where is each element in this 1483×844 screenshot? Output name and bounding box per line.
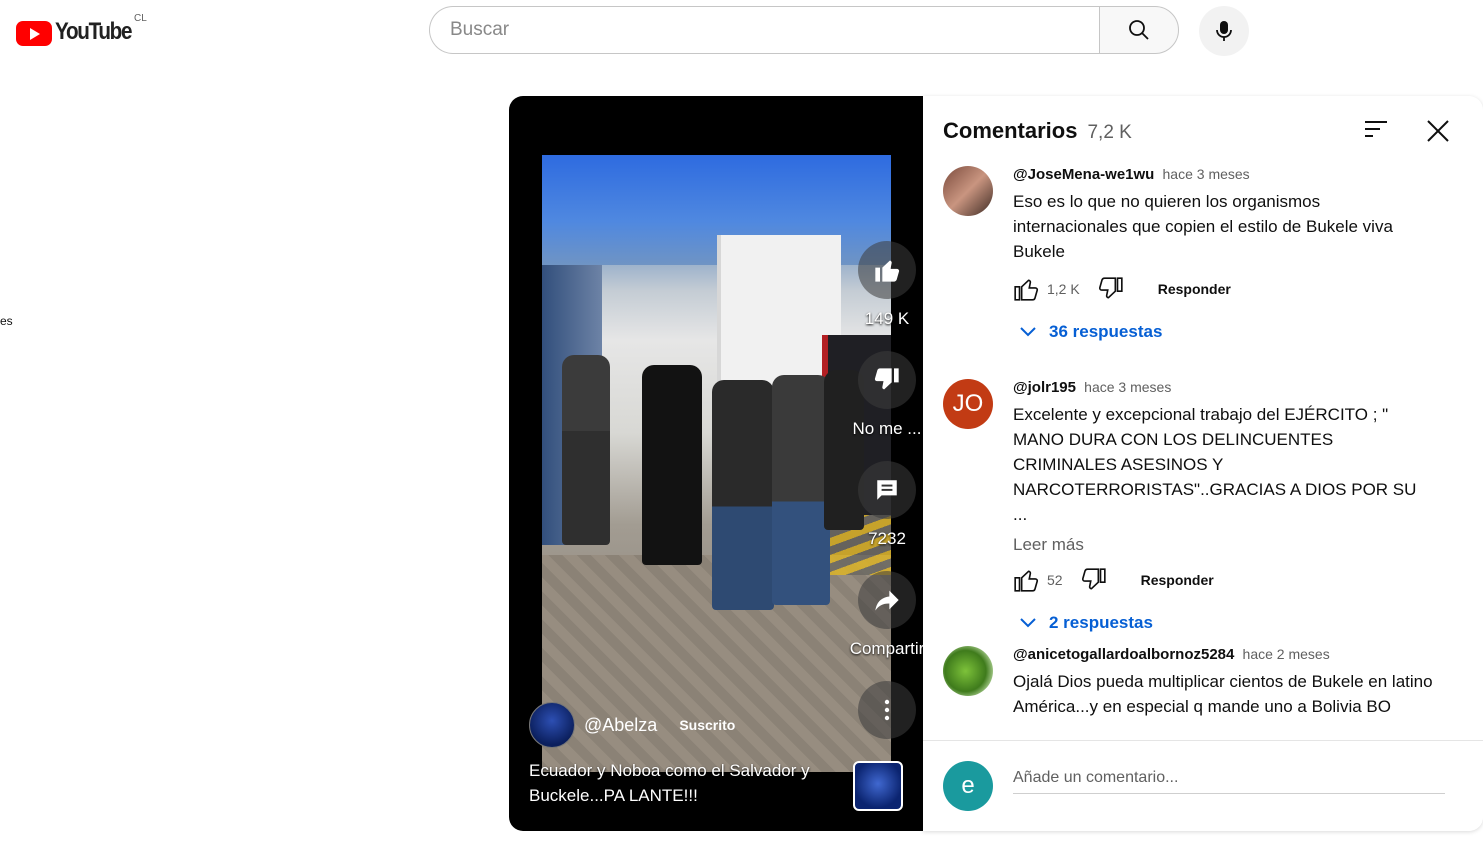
reply-button[interactable]: Responder: [1141, 572, 1214, 588]
reply-button[interactable]: Responder: [1158, 281, 1231, 297]
search-icon: [1129, 20, 1149, 40]
comment-author[interactable]: @JoseMena-we1wu: [1013, 166, 1154, 183]
video-caption: Ecuador y Noboa como el Salvador y Bucke…: [529, 761, 810, 805]
comment-avatar[interactable]: JO: [943, 379, 993, 429]
search-button[interactable]: [1099, 6, 1179, 54]
like-icon[interactable]: [1013, 567, 1039, 593]
channel-info: @Abelza Suscrito: [529, 702, 735, 748]
comment-body: @anicetogallardoalbornoz5284 hace 2 mese…: [1013, 646, 1433, 719]
comment-actions: 1,2 K Responder: [1013, 276, 1433, 302]
close-icon: [1427, 120, 1449, 142]
dislike-icon[interactable]: [1081, 567, 1107, 593]
dislike-icon[interactable]: [1098, 276, 1124, 302]
comments-list: @JoseMena-we1wu hace 3 meses Eso es lo q…: [923, 156, 1483, 740]
more-vert-icon: [884, 699, 890, 721]
comment-like-count: 52: [1047, 572, 1063, 588]
comment-text: Eso es lo que no quieren los organismos …: [1013, 192, 1393, 261]
video-scene-person: [562, 355, 610, 545]
video-frame[interactable]: [542, 155, 891, 772]
dislike-action[interactable]: No me ...: [847, 351, 923, 439]
replies-count: 36 respuestas: [1049, 322, 1163, 341]
comment-like-count: 1,2 K: [1047, 281, 1080, 297]
sort-icon: [1365, 121, 1387, 137]
comments-button[interactable]: [858, 461, 916, 519]
add-comment-input[interactable]: [1013, 763, 1445, 794]
shorts-player[interactable]: 149 K No me ... 7232 Compartir @Abelza S…: [509, 96, 923, 831]
read-more-link[interactable]: Leer más: [1013, 535, 1433, 555]
comment-text: Excelente y excepcional trabajo del EJÉR…: [1013, 405, 1417, 524]
comment-author[interactable]: @jolr195: [1013, 379, 1076, 396]
chevron-down-icon: [1020, 327, 1036, 337]
channel-avatar[interactable]: [529, 702, 575, 748]
comment-author[interactable]: @anicetogallardoalbornoz5284: [1013, 646, 1234, 663]
comment-time[interactable]: hace 2 meses: [1243, 646, 1330, 662]
like-icon[interactable]: [1013, 276, 1039, 302]
youtube-logo[interactable]: YouTube CL: [16, 13, 147, 50]
user-avatar[interactable]: e: [943, 761, 993, 811]
youtube-play-icon: [16, 21, 52, 46]
view-replies-button[interactable]: 2 respuestas: [1019, 613, 1433, 633]
logo-text: YouTube: [55, 18, 132, 45]
comment-icon: [877, 480, 897, 500]
thumbs-up-icon: [875, 260, 900, 282]
like-action[interactable]: 149 K: [847, 241, 923, 329]
search-input[interactable]: [429, 6, 1099, 54]
comment-time[interactable]: hace 3 meses: [1163, 166, 1250, 182]
comment-body: @jolr195 hace 3 meses Excelente y excepc…: [1013, 379, 1433, 633]
share-label: Compartir: [849, 639, 923, 658]
video-scene-person: [642, 365, 702, 565]
video-scene-person: [772, 375, 830, 605]
like-button[interactable]: [858, 241, 916, 299]
comment-actions: 52 Responder: [1013, 567, 1433, 593]
share-button[interactable]: [858, 571, 916, 629]
replies-count: 2 respuestas: [1049, 613, 1153, 632]
add-comment-bar: e: [923, 740, 1483, 831]
channel-handle[interactable]: @Abelza: [584, 715, 657, 736]
voice-search-button[interactable]: [1199, 6, 1249, 56]
sound-thumbnail[interactable]: [853, 761, 903, 811]
comments-header: Comentarios 7,2 K: [943, 118, 1132, 144]
comment-body: @JoseMena-we1wu hace 3 meses Eso es lo q…: [1013, 166, 1433, 342]
view-replies-button[interactable]: 36 respuestas: [1019, 322, 1433, 342]
share-action[interactable]: Compartir: [847, 571, 923, 659]
comments-action[interactable]: 7232: [847, 461, 923, 549]
subscribed-button[interactable]: Suscrito: [679, 717, 735, 733]
dislike-label: No me ...: [852, 419, 922, 438]
video-scene-person: [712, 380, 774, 610]
dislike-button[interactable]: [858, 351, 916, 409]
more-action[interactable]: [847, 681, 923, 739]
more-options-button[interactable]: [858, 681, 916, 739]
thumbs-down-icon: [874, 368, 899, 390]
share-icon: [875, 590, 899, 611]
comments-count: 7232: [868, 529, 906, 548]
search-bar: [429, 6, 1179, 54]
close-comments-button[interactable]: [1425, 118, 1455, 148]
microphone-icon: [1216, 21, 1232, 41]
comments-title: Comentarios: [943, 118, 1078, 143]
comment-text: Ojalá Dios pueda multiplicar cientos de …: [1013, 672, 1433, 716]
comment-avatar[interactable]: [943, 166, 993, 216]
comment-time[interactable]: hace 3 meses: [1084, 379, 1171, 395]
chevron-down-icon: [1020, 618, 1036, 628]
comments-panel: Comentarios 7,2 K @JoseMena-we1wu hace 3…: [923, 96, 1483, 831]
country-code: CL: [134, 13, 147, 24]
sort-comments-button[interactable]: [1363, 118, 1393, 144]
partial-sidebar-text: es: [0, 314, 13, 328]
comments-total: 7,2 K: [1087, 122, 1132, 143]
like-count: 149 K: [864, 309, 910, 328]
comment-avatar[interactable]: [943, 646, 993, 696]
